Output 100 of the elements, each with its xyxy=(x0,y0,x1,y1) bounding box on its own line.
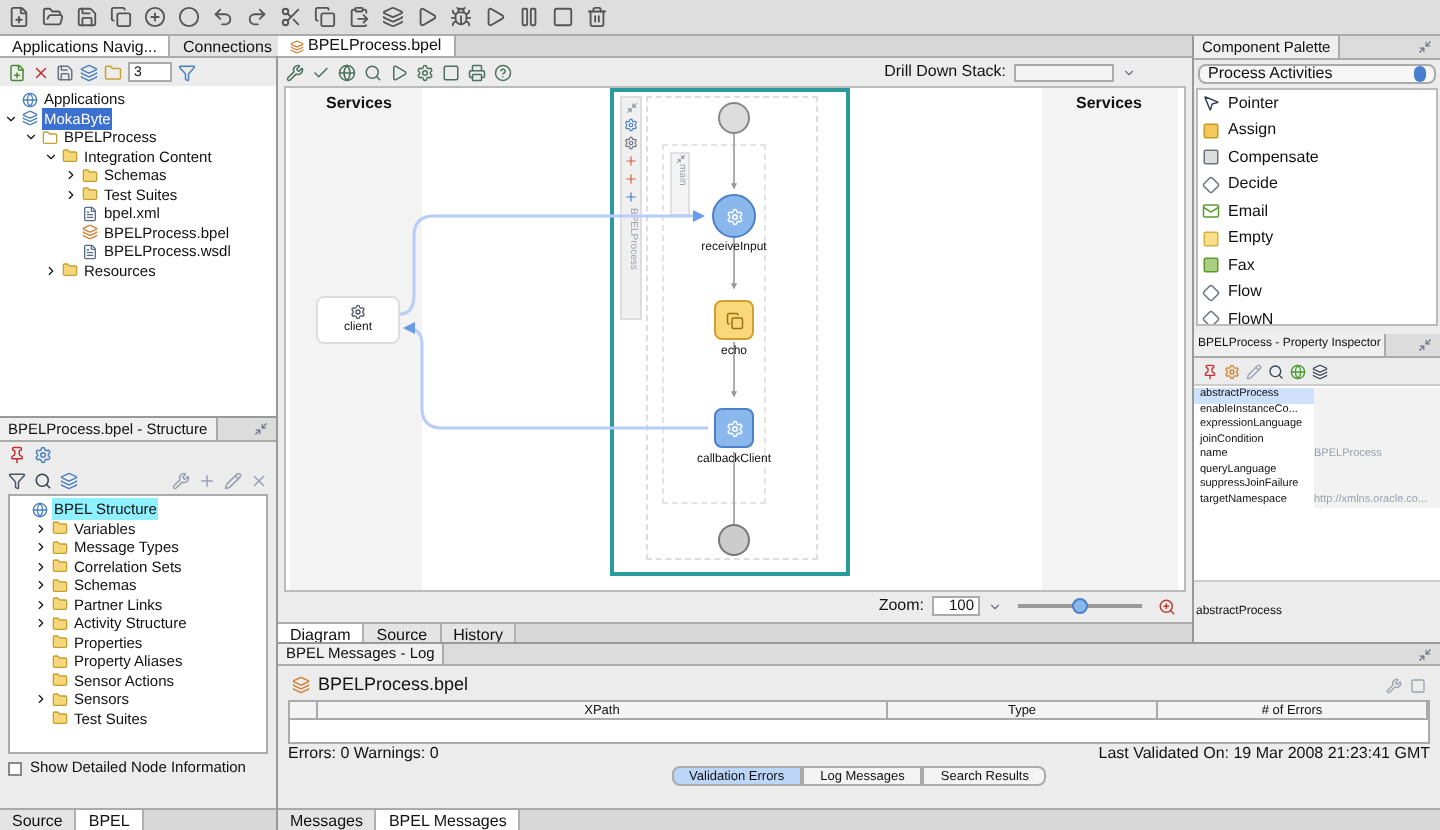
file-icon[interactable] xyxy=(82,243,98,260)
help-icon[interactable] xyxy=(494,63,512,81)
copy-icon[interactable] xyxy=(110,6,132,28)
debug-icon[interactable] xyxy=(450,6,472,28)
add-icon[interactable] xyxy=(144,6,166,28)
search-icon[interactable] xyxy=(1268,363,1284,379)
layers-icon[interactable] xyxy=(382,6,404,28)
gear-icon[interactable] xyxy=(350,303,366,319)
pin-icon[interactable] xyxy=(8,446,26,464)
palette-item[interactable]: FlowN xyxy=(1228,307,1274,324)
gear-icon[interactable] xyxy=(624,118,638,132)
tab[interactable]: History xyxy=(441,624,517,642)
globe-icon[interactable] xyxy=(1290,363,1306,379)
square-icon[interactable] xyxy=(442,63,460,81)
wrench-icon[interactable] xyxy=(1386,677,1402,693)
run-icon[interactable] xyxy=(416,6,438,28)
flow-arrow xyxy=(730,133,738,190)
tab[interactable]: Source xyxy=(0,810,77,830)
globe-icon[interactable] xyxy=(22,91,38,108)
trash-icon[interactable] xyxy=(586,6,608,28)
delete-icon[interactable] xyxy=(32,63,50,81)
run-icon[interactable] xyxy=(390,63,408,81)
process-icon[interactable] xyxy=(82,224,98,241)
settings-icon[interactable] xyxy=(34,446,52,464)
editor-tab[interactable]: BPELProcess.bpel xyxy=(278,36,456,56)
delete-icon[interactable] xyxy=(250,472,268,490)
paste-icon[interactable] xyxy=(348,6,370,28)
category-dropdown[interactable]: Process Activities xyxy=(1198,64,1436,84)
tab[interactable]: BPEL Messages xyxy=(376,810,521,830)
drill-down-dropdown[interactable] xyxy=(1014,63,1114,81)
process-icon[interactable] xyxy=(292,676,310,694)
print-icon[interactable] xyxy=(468,63,486,81)
palette-item[interactable]: Empty xyxy=(1228,226,1274,251)
application-icon[interactable] xyxy=(22,110,38,127)
filter-icon[interactable] xyxy=(178,63,196,81)
diamond-icon[interactable] xyxy=(1202,175,1220,194)
tab[interactable]: Applications Navig... xyxy=(0,36,171,56)
search-icon[interactable] xyxy=(34,472,52,490)
collapse-icon[interactable] xyxy=(625,102,637,114)
spinner-icon[interactable] xyxy=(988,599,1002,613)
activity-node[interactable] xyxy=(714,408,754,448)
tab[interactable]: Source xyxy=(364,624,442,642)
collapse-icon[interactable] xyxy=(675,154,685,164)
pointer-icon[interactable] xyxy=(1202,94,1220,113)
list-icon[interactable] xyxy=(1312,363,1328,379)
globe-icon[interactable] xyxy=(338,63,356,81)
palette-item[interactable]: Fax xyxy=(1228,253,1255,278)
step-icon[interactable] xyxy=(484,6,506,28)
pause-icon[interactable] xyxy=(518,6,540,28)
palette-item[interactable]: Decide xyxy=(1228,172,1278,197)
redo-icon[interactable] xyxy=(246,6,268,28)
tab[interactable]: Diagram xyxy=(278,624,365,642)
edit-icon[interactable] xyxy=(224,472,242,490)
file-icon[interactable] xyxy=(82,205,98,222)
search-icon[interactable] xyxy=(364,63,382,81)
palette-item[interactable]: Compensate xyxy=(1228,145,1319,170)
wrench-icon[interactable] xyxy=(286,63,304,81)
tab[interactable]: BPEL xyxy=(76,810,144,830)
caret-icon[interactable] xyxy=(1122,65,1136,79)
circle-icon[interactable] xyxy=(178,6,200,28)
globe-icon[interactable] xyxy=(32,501,48,518)
minimize-icon[interactable] xyxy=(1418,40,1432,54)
cut-icon[interactable] xyxy=(280,6,302,28)
minimize-icon[interactable] xyxy=(1418,647,1432,661)
copy-icon[interactable] xyxy=(314,6,336,28)
gear-icon xyxy=(725,207,743,225)
settings-icon[interactable] xyxy=(1224,363,1240,379)
palette-item[interactable]: Flow xyxy=(1228,280,1262,305)
minimize-icon[interactable] xyxy=(1418,338,1432,352)
new-file-icon[interactable] xyxy=(8,6,30,28)
folder-icon[interactable] xyxy=(52,653,68,670)
save-icon[interactable] xyxy=(56,63,74,81)
edit-icon[interactable] xyxy=(1246,363,1262,379)
layers-icon[interactable] xyxy=(80,63,98,81)
undo-icon[interactable] xyxy=(212,6,234,28)
gear-icon[interactable] xyxy=(624,136,638,150)
activity-node[interactable] xyxy=(714,300,754,340)
lane-title: Services xyxy=(1076,92,1142,116)
new-file-icon[interactable] xyxy=(8,63,26,81)
checkbox[interactable] xyxy=(8,761,22,775)
lane-title: Services xyxy=(326,92,392,116)
open-folder-icon[interactable] xyxy=(42,6,64,28)
pin-icon[interactable] xyxy=(1202,363,1218,379)
zoom-icon[interactable] xyxy=(1158,597,1176,615)
filter-icon[interactable] xyxy=(8,472,26,490)
layers-icon[interactable] xyxy=(60,472,78,490)
file-title: BPELProcess.bpel xyxy=(318,671,469,698)
zoom-slider-thumb[interactable] xyxy=(1072,598,1088,614)
settings-icon[interactable] xyxy=(416,63,434,81)
stop-icon[interactable] xyxy=(552,6,574,28)
palette-item[interactable]: Pointer xyxy=(1228,91,1279,116)
save-icon[interactable] xyxy=(76,6,98,28)
project-icon[interactable] xyxy=(42,129,58,146)
palette-item[interactable]: Email xyxy=(1228,199,1269,224)
palette-item[interactable]: Assign xyxy=(1228,118,1277,143)
minimize-icon[interactable] xyxy=(254,422,268,436)
wrench-icon[interactable] xyxy=(172,472,190,490)
validate-icon[interactable] xyxy=(312,63,330,81)
envelope-icon[interactable] xyxy=(1202,202,1220,221)
tab[interactable]: Messages xyxy=(278,810,377,830)
